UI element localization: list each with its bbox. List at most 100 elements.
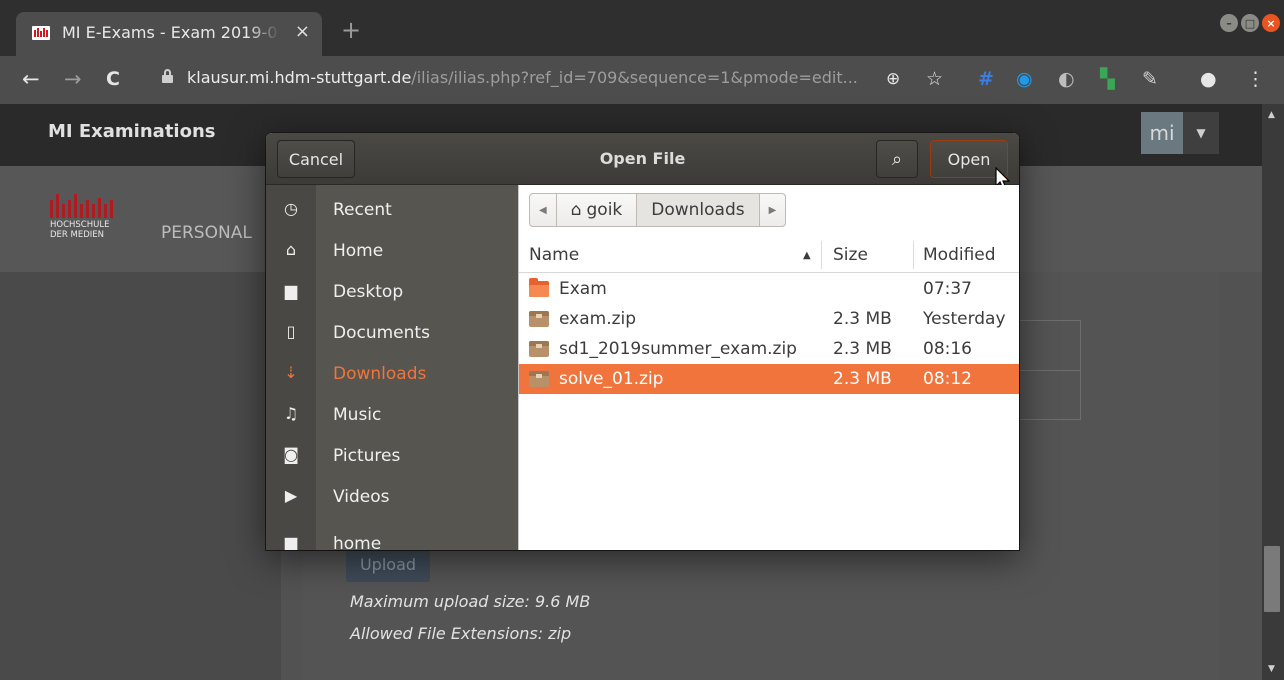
- sidebar-item-videos[interactable]: ▶ Videos: [266, 476, 518, 517]
- file-row[interactable]: Exam 07:37: [519, 274, 1019, 304]
- file-modified: Yesterday: [923, 309, 1006, 329]
- scroll-up-icon[interactable]: ▲: [1268, 110, 1275, 120]
- url-host: klausur.mi.hdm-stuttgart.de: [187, 68, 412, 87]
- path-segment-home[interactable]: ⌂ goik: [555, 193, 638, 227]
- sidebar-item-desktop[interactable]: ▆ Desktop: [266, 271, 518, 312]
- tab-close-icon[interactable]: ×: [295, 21, 310, 42]
- path-back-button[interactable]: ◀: [529, 193, 557, 227]
- reload-button[interactable]: C: [106, 67, 120, 91]
- minimize-button[interactable]: –: [1220, 14, 1238, 32]
- file-name: exam.zip: [559, 309, 637, 329]
- file-browser: ◀ ⌂ goik Downloads ▶ Name ▲ Size Modifie…: [518, 185, 1019, 550]
- back-button[interactable]: ←: [22, 67, 40, 91]
- file-modified: 07:37: [923, 279, 972, 299]
- file-row[interactable]: solve_01.zip 2.3 MB 08:12: [519, 364, 1019, 394]
- logo-text: HOCHSCHULE: [50, 220, 110, 230]
- file-row[interactable]: sd1_2019summer_exam.zip 2.3 MB 08:16: [519, 334, 1019, 364]
- column-modified[interactable]: Modified: [923, 237, 996, 273]
- column-size[interactable]: Size: [833, 237, 868, 273]
- column-name[interactable]: Name: [529, 237, 579, 273]
- sidebar-item-music[interactable]: ♫ Music: [266, 394, 518, 435]
- browser-toolbar: ← → C klausur.mi.hdm-stuttgart.de/ilias/…: [0, 56, 1284, 104]
- zoom-icon[interactable]: ⊕: [886, 67, 900, 91]
- folder-icon: [529, 278, 549, 297]
- menu-icon[interactable]: ⋮: [1246, 67, 1265, 91]
- chevron-down-icon[interactable]: ▼: [1183, 112, 1219, 154]
- download-icon: ⇣: [284, 363, 298, 382]
- page-scrollbar[interactable]: ▲ ▼: [1262, 104, 1284, 680]
- sidebar-item-pictures[interactable]: ◙ Pictures: [266, 435, 518, 476]
- file-size: 2.3 MB: [833, 309, 892, 329]
- divider: [1019, 370, 1081, 371]
- document-icon: ▯: [286, 322, 296, 341]
- video-icon: ▶: [284, 486, 298, 505]
- column-divider[interactable]: [913, 241, 914, 269]
- forward-button[interactable]: →: [64, 67, 82, 91]
- path-bar: ◀ ⌂ goik Downloads ▶: [529, 193, 787, 227]
- new-tab-button[interactable]: +: [341, 18, 361, 42]
- music-icon: ♫: [283, 404, 299, 423]
- url-path: /ilias/ilias.php?ref_id=709&sequence=1&p…: [411, 68, 858, 87]
- sidebar-item-label: Videos: [333, 487, 390, 507]
- archive-icon: [529, 341, 549, 357]
- path-segment-label: goik: [586, 200, 623, 220]
- upload-button[interactable]: Upload: [346, 546, 430, 582]
- sidebar-item-documents[interactable]: ▯ Documents: [266, 312, 518, 353]
- nav-personal[interactable]: PERSONAL: [161, 223, 252, 243]
- close-window-button[interactable]: ×: [1262, 14, 1280, 32]
- sidebar-item-downloads[interactable]: ⇣ Downloads: [266, 353, 518, 394]
- google-extension-icon[interactable]: ▚: [1100, 67, 1115, 91]
- scroll-down-icon[interactable]: ▼: [1268, 664, 1275, 674]
- sidebar-item-label: Pictures: [333, 446, 401, 466]
- archive-icon: [529, 371, 549, 387]
- maximize-button[interactable]: □: [1241, 14, 1259, 32]
- sidebar-item-label: home: [333, 534, 382, 550]
- clock-icon: ◷: [284, 199, 298, 218]
- open-file-dialog: Open File Cancel ⌕ Open ◷ Recent ⌂ Home ▆ Des…: [266, 133, 1019, 550]
- hashtag-extension-icon[interactable]: #: [978, 67, 994, 91]
- eyedropper-extension-icon[interactable]: ✎: [1142, 67, 1158, 91]
- max-upload-hint: Maximum upload size: 9.6 MB: [350, 592, 591, 611]
- path-forward-button[interactable]: ▶: [758, 193, 787, 227]
- sidebar-item-label: Documents: [333, 323, 430, 343]
- browser-tab[interactable]: MI E-Exams - Exam 2019-0 ×: [16, 12, 322, 56]
- browser-titlebar: MI E-Exams - Exam 2019-0 × + – □ ×: [0, 0, 1284, 56]
- path-segment-downloads[interactable]: Downloads: [636, 193, 760, 227]
- tab-title: MI E-Exams - Exam 2019-0: [62, 23, 278, 42]
- logo-text: DER MEDIEN: [50, 230, 105, 240]
- hdm-favicon-icon: [32, 26, 50, 40]
- file-row[interactable]: exam.zip 2.3 MB Yesterday: [519, 304, 1019, 334]
- avatar[interactable]: mi: [1141, 112, 1183, 154]
- file-modified: 08:12: [923, 369, 972, 389]
- sidebar-item-label: Desktop: [333, 282, 404, 302]
- sidebar-item-home[interactable]: ⌂ Home: [266, 230, 518, 271]
- sidebar-item-label: Home: [333, 241, 384, 261]
- desktop-folder-icon: ▆: [284, 281, 298, 300]
- account-icon[interactable]: ●: [1200, 67, 1217, 91]
- home-icon: ⌂: [285, 240, 297, 259]
- cancel-button[interactable]: Cancel: [277, 140, 355, 178]
- search-icon[interactable]: ⌕: [876, 140, 918, 178]
- allowed-extensions-hint: Allowed File Extensions: zip: [350, 624, 572, 643]
- folder-icon: ▆: [284, 533, 298, 550]
- home-icon: ⌂: [570, 200, 582, 220]
- address-bar[interactable]: klausur.mi.hdm-stuttgart.de/ilias/ilias.…: [187, 68, 858, 87]
- file-name: Exam: [559, 279, 607, 299]
- sidebar-item-label: Downloads: [333, 364, 427, 384]
- sidebar-item-label: Music: [333, 405, 382, 425]
- scroll-thumb[interactable]: [1264, 546, 1280, 612]
- privacy-extension-icon[interactable]: ◐: [1058, 67, 1075, 91]
- column-divider[interactable]: [821, 241, 822, 269]
- sync-extension-icon[interactable]: ◉: [1016, 67, 1033, 91]
- archive-icon: [529, 311, 549, 327]
- sidebar-item-recent[interactable]: ◷ Recent: [266, 189, 518, 230]
- places-sidebar: ◷ Recent ⌂ Home ▆ Desktop ▯ Documents ⇣ Downloads…: [266, 185, 518, 550]
- lock-icon[interactable]: [162, 69, 173, 83]
- site-brand[interactable]: MI Examinations: [48, 121, 215, 142]
- hdm-logo[interactable]: [50, 194, 118, 218]
- sidebar-item-home-partial[interactable]: ▆ home: [266, 530, 518, 550]
- file-name: sd1_2019summer_exam.zip: [559, 339, 797, 359]
- file-size: 2.3 MB: [833, 369, 892, 389]
- file-name: solve_01.zip: [559, 369, 664, 389]
- star-icon[interactable]: ☆: [926, 67, 943, 91]
